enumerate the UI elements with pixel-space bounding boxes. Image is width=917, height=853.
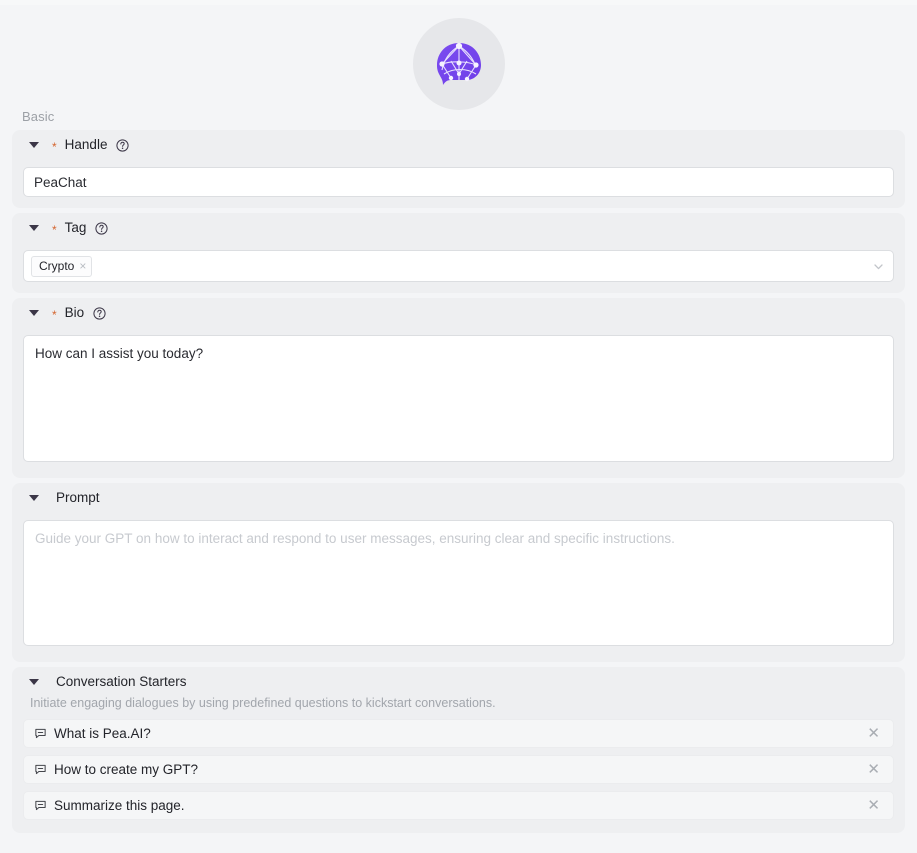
conversation-starters-description: Initiate engaging dialogues by using pre…: [30, 696, 496, 710]
avatar[interactable]: [412, 18, 505, 110]
gpt-editor-page: Basic * Handle PeaChat * Tag Crypto × * …: [0, 0, 917, 853]
handle-input[interactable]: [23, 167, 894, 197]
chevron-down-icon[interactable]: [872, 260, 885, 273]
close-icon[interactable]: ✕: [865, 760, 882, 779]
panel-conversation-starters: Conversation Starters Initiate engaging …: [12, 667, 905, 833]
panel-handle: * Handle: [12, 130, 905, 208]
tag-select[interactable]: Crypto ×: [23, 250, 894, 282]
caret-down-icon[interactable]: [29, 139, 40, 150]
panel-conversation-starters-header[interactable]: Conversation Starters: [12, 667, 905, 696]
caret-down-icon[interactable]: [29, 307, 40, 318]
caret-down-icon[interactable]: [29, 222, 40, 233]
panel-conversation-starters-title: Conversation Starters: [56, 674, 187, 689]
caret-down-icon[interactable]: [29, 492, 40, 503]
close-icon[interactable]: ×: [79, 260, 86, 272]
form-panels: * Handle * Tag: [12, 130, 905, 838]
section-label-basic: Basic: [22, 109, 55, 124]
close-icon[interactable]: ✕: [865, 724, 882, 743]
question-circle-icon[interactable]: [95, 222, 109, 235]
question-circle-icon[interactable]: [93, 307, 106, 320]
list-item[interactable]: How to create my GPT? ✕: [23, 755, 894, 784]
list-item-label: What is Pea.AI?: [54, 726, 151, 741]
question-circle-icon[interactable]: [116, 139, 130, 152]
panel-prompt: Prompt: [12, 483, 905, 662]
avatar-container: [0, 18, 917, 110]
bio-textarea[interactable]: [23, 335, 894, 462]
list-item-label: Summarize this page.: [54, 798, 185, 813]
panel-handle-body: [12, 159, 905, 208]
tag-chip-crypto[interactable]: Crypto ×: [31, 255, 93, 277]
chat-bubble-icon: [34, 727, 47, 740]
list-item[interactable]: What is Pea.AI? ✕: [23, 719, 894, 748]
panel-prompt-title: Prompt: [56, 490, 100, 505]
required-marker: *: [52, 307, 57, 322]
chat-bubble-icon: [34, 799, 47, 812]
panel-handle-header[interactable]: * Handle: [12, 130, 905, 159]
list-item[interactable]: Summarize this page. ✕: [23, 791, 894, 820]
prompt-textarea[interactable]: [23, 520, 894, 646]
panel-bio-title: Bio: [64, 305, 85, 320]
panel-prompt-body: [12, 512, 905, 662]
panel-tag-header[interactable]: * Tag: [12, 213, 905, 242]
required-marker: *: [52, 222, 57, 237]
panel-bio: * Bio: [12, 298, 905, 478]
panel-prompt-header[interactable]: Prompt: [12, 483, 905, 512]
panel-tag-title: Tag: [64, 220, 87, 235]
tag-chip-label: Crypto: [39, 259, 75, 273]
chat-bubble-icon: [34, 763, 47, 776]
list-item-label: How to create my GPT?: [54, 762, 199, 777]
caret-down-icon[interactable]: [29, 676, 40, 687]
panel-tag-body: Crypto ×: [12, 242, 905, 293]
panel-handle-title: Handle: [64, 137, 108, 152]
close-icon[interactable]: ✕: [865, 796, 882, 815]
brain-network-icon: [429, 34, 489, 94]
panel-bio-header[interactable]: * Bio: [12, 298, 905, 327]
required-marker: *: [52, 139, 57, 154]
conversation-starters-list: What is Pea.AI? ✕ How to create my GPT? …: [12, 719, 905, 833]
panel-tag: * Tag Crypto ×: [12, 213, 905, 293]
top-strip: [0, 0, 917, 5]
panel-bio-body: [12, 327, 905, 478]
